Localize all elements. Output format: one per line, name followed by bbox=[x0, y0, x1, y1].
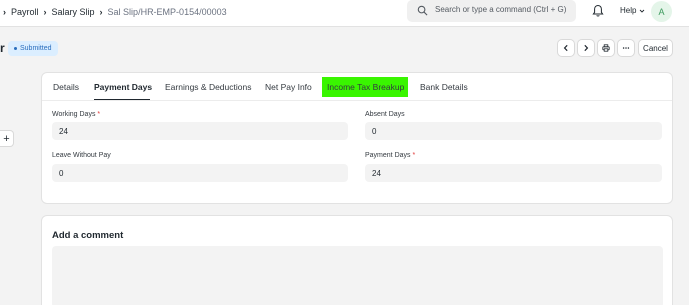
chevron-right-icon: › bbox=[3, 7, 6, 17]
plus-icon[interactable]: + bbox=[0, 130, 14, 147]
comment-section: Add a comment bbox=[41, 215, 673, 305]
leave-without-pay-label: Leave Without Pay bbox=[52, 152, 111, 159]
status-dot bbox=[14, 47, 17, 50]
chevron-right-icon bbox=[584, 44, 589, 52]
working-days-label-text: Working Days bbox=[52, 111, 96, 118]
breadcrumb: › Payroll › Salary Slip › Sal Slip/HR-EM… bbox=[0, 0, 227, 24]
payment-days-label: Payment Days * bbox=[365, 152, 415, 159]
chevron-left-icon bbox=[563, 44, 568, 52]
breadcrumb-current-doc[interactable]: Sal Slip/HR-EMP-0154/00003 bbox=[108, 7, 227, 17]
top-navbar: › Payroll › Salary Slip › Sal Slip/HR-EM… bbox=[0, 0, 689, 27]
page-title: r bbox=[0, 41, 5, 55]
more-actions-button[interactable] bbox=[617, 39, 635, 57]
help-label: Help bbox=[620, 6, 637, 15]
tab-bank-details[interactable]: Bank Details bbox=[420, 82, 468, 92]
next-doc-button[interactable] bbox=[577, 39, 595, 57]
chevron-right-icon: › bbox=[99, 7, 103, 17]
search-input[interactable]: Search or type a command (Ctrl + G) bbox=[435, 5, 566, 14]
active-tab-indicator bbox=[94, 99, 150, 100]
tab-net-pay-info[interactable]: Net Pay Info bbox=[265, 82, 312, 92]
required-marker: * bbox=[412, 152, 416, 159]
comment-input[interactable] bbox=[52, 246, 663, 305]
salary-slip-form-card: Details Payment Days Earnings & Deductio… bbox=[41, 72, 673, 204]
chevron-down-icon bbox=[640, 9, 645, 13]
status-label: Submitted bbox=[20, 45, 52, 52]
payment-days-label-text: Payment Days bbox=[365, 152, 411, 159]
comment-heading: Add a comment bbox=[52, 230, 124, 241]
required-marker: * bbox=[97, 111, 101, 118]
chevron-right-icon: › bbox=[43, 7, 47, 17]
absent-days-label: Absent Days bbox=[365, 111, 405, 118]
print-button[interactable] bbox=[597, 39, 615, 57]
tab-payment-days[interactable]: Payment Days bbox=[94, 82, 152, 92]
working-days-field[interactable]: 24 bbox=[52, 122, 348, 140]
leave-without-pay-field[interactable]: 0 bbox=[52, 164, 348, 182]
breadcrumb-salary-slip[interactable]: Salary Slip bbox=[52, 7, 95, 17]
working-days-label: Working Days * bbox=[52, 111, 100, 118]
absent-days-field[interactable]: 0 bbox=[365, 122, 662, 140]
tab-earnings-deductions[interactable]: Earnings & Deductions bbox=[165, 82, 251, 92]
form-tabs: Details Payment Days Earnings & Deductio… bbox=[42, 73, 672, 101]
tab-details[interactable]: Details bbox=[53, 82, 79, 92]
help-dropdown[interactable]: Help bbox=[620, 6, 645, 15]
tab-income-tax-breakup[interactable]: Income Tax Breakup bbox=[327, 82, 404, 92]
more-icon bbox=[622, 47, 630, 49]
bell-icon[interactable] bbox=[592, 4, 604, 18]
status-badge: Submitted bbox=[8, 41, 58, 56]
printer-icon bbox=[602, 44, 610, 52]
payment-days-field[interactable]: 24 bbox=[365, 164, 662, 182]
search-bar[interactable]: Search or type a command (Ctrl + G) bbox=[407, 0, 576, 22]
cancel-button[interactable]: Cancel bbox=[638, 39, 673, 57]
avatar[interactable]: A bbox=[651, 1, 672, 22]
breadcrumb-payroll[interactable]: Payroll bbox=[11, 7, 39, 17]
search-icon bbox=[417, 5, 428, 16]
prev-doc-button[interactable] bbox=[557, 39, 575, 57]
